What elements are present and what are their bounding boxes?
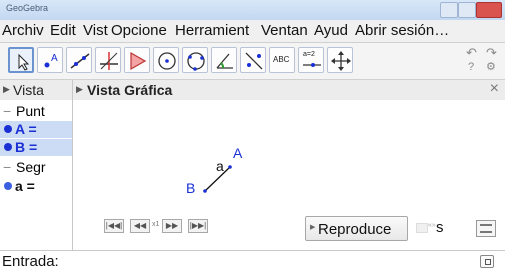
point-a[interactable] bbox=[228, 165, 232, 169]
maximize-button[interactable] bbox=[458, 2, 476, 18]
circle-tool-button[interactable] bbox=[153, 47, 179, 73]
help-icon[interactable]: ? bbox=[468, 61, 474, 73]
segment-a-label: a bbox=[216, 158, 224, 174]
menu-ayuda[interactable]: Ayud bbox=[314, 22, 348, 39]
point-b[interactable] bbox=[203, 189, 207, 193]
object-label: a = bbox=[15, 178, 35, 194]
polygon-tool-button[interactable] bbox=[124, 47, 150, 73]
collapse-icon[interactable]: − bbox=[3, 159, 11, 175]
point-tool-button[interactable]: A bbox=[37, 47, 63, 73]
speed-down-icon[interactable] bbox=[416, 223, 428, 233]
visibility-dot-icon[interactable] bbox=[4, 182, 12, 190]
circle-center-icon bbox=[158, 52, 176, 70]
collapse-triangle-icon[interactable]: ▶ bbox=[76, 84, 83, 95]
reflect-tool-button[interactable] bbox=[240, 47, 266, 73]
menu-abrir-sesion[interactable]: Abrir sesión… bbox=[355, 22, 449, 39]
redo-icon[interactable]: ↷ bbox=[486, 45, 497, 61]
group-title: Segr bbox=[16, 159, 46, 175]
graphics-view-header[interactable]: ▶ Vista Gráfica × bbox=[73, 80, 505, 101]
settings-gear-icon[interactable]: ⚙ bbox=[486, 60, 496, 73]
title-bar: GeoGebra bbox=[0, 0, 505, 21]
speed-label: s bbox=[436, 219, 444, 236]
menu-archivo[interactable]: Archiv bbox=[2, 22, 44, 39]
collapse-icon[interactable]: − bbox=[3, 103, 11, 119]
style-bar-toggle-button[interactable] bbox=[476, 220, 496, 237]
input-bar-label: Entrada: bbox=[2, 253, 59, 270]
first-step-button[interactable]: |◀◀| bbox=[104, 219, 124, 233]
polygon-icon bbox=[130, 51, 147, 71]
toolbar: A ABC a=2 ↶ ↷ ? ⚙ bbox=[0, 43, 505, 80]
move-tool-button[interactable] bbox=[8, 47, 34, 73]
svg-text:A: A bbox=[51, 53, 58, 64]
previous-step-button[interactable]: ◀◀ bbox=[130, 219, 150, 233]
keyboard-icon bbox=[485, 259, 491, 265]
speed-arrows-icon: «» bbox=[428, 222, 436, 229]
graphics-canvas[interactable] bbox=[73, 100, 505, 215]
menu-herramientas[interactable]: Herramient bbox=[175, 22, 249, 39]
object-label: B = bbox=[15, 139, 38, 155]
reflect-icon bbox=[245, 52, 263, 70]
play-button-label: Reproduce bbox=[318, 221, 392, 238]
group-header-segments[interactable]: − Segr bbox=[0, 159, 72, 176]
move-graphics-tool-button[interactable] bbox=[327, 47, 353, 73]
close-view-icon[interactable]: × bbox=[490, 80, 499, 98]
algebra-view-header[interactable]: ▶ Vista bbox=[0, 80, 73, 101]
undo-icon[interactable]: ↶ bbox=[466, 45, 477, 61]
angle-icon bbox=[216, 53, 233, 69]
menu-bar: Archiv Edit Vist Opcione Herramient Vent… bbox=[0, 20, 505, 43]
visibility-dot-icon[interactable] bbox=[4, 143, 12, 151]
slider-tool-button[interactable]: a=2 bbox=[298, 47, 324, 73]
window-title: GeoGebra bbox=[6, 3, 49, 13]
line-icon bbox=[70, 53, 90, 69]
perpendicular-tool-button[interactable] bbox=[95, 47, 121, 73]
slider-icon bbox=[303, 63, 321, 67]
speed-value: x1 bbox=[152, 221, 160, 228]
cursor-arrow-icon bbox=[18, 53, 30, 71]
play-button[interactable]: ▶ Reproduce bbox=[305, 216, 408, 241]
list-item[interactable]: B = bbox=[0, 139, 72, 156]
point-b-label: B bbox=[186, 180, 196, 196]
visibility-dot-icon[interactable] bbox=[4, 125, 12, 133]
circle-three-points-icon bbox=[187, 52, 205, 71]
input-bar-field[interactable] bbox=[86, 253, 470, 272]
point-a-label: A bbox=[233, 145, 243, 161]
menu-lines-icon bbox=[480, 224, 492, 233]
menu-ventana[interactable]: Ventan bbox=[261, 22, 308, 39]
collapse-triangle-icon[interactable]: ▶ bbox=[3, 84, 10, 95]
play-icon: ▶ bbox=[310, 224, 316, 231]
angle-tool-button[interactable] bbox=[211, 47, 237, 73]
line-tool-button[interactable] bbox=[66, 47, 92, 73]
perpendicular-icon bbox=[100, 52, 118, 70]
algebra-view: − Punt A = B = − Segr a = bbox=[0, 100, 73, 250]
algebra-view-title: Vista bbox=[13, 82, 44, 98]
menu-edita[interactable]: Edit bbox=[50, 22, 76, 39]
graphics-view-title: Vista Gráfica bbox=[87, 82, 173, 98]
object-label: A = bbox=[15, 121, 37, 137]
keyboard-toggle-button[interactable] bbox=[480, 255, 494, 268]
menu-vista[interactable]: Vist bbox=[83, 22, 108, 39]
point-icon: A bbox=[44, 53, 58, 68]
list-item[interactable]: a = bbox=[0, 178, 72, 195]
move-arrows-icon bbox=[331, 51, 351, 71]
last-step-button[interactable]: |▶▶| bbox=[188, 219, 208, 233]
next-step-button[interactable]: ▶▶ bbox=[162, 219, 182, 233]
circle-three-points-tool-button[interactable] bbox=[182, 47, 208, 73]
group-title: Punt bbox=[16, 103, 45, 119]
list-item[interactable]: A = bbox=[0, 121, 72, 138]
group-header-points[interactable]: − Punt bbox=[0, 103, 72, 120]
input-bar: Entrada: bbox=[0, 250, 505, 274]
text-tool-button[interactable]: ABC bbox=[269, 47, 295, 73]
menu-opciones[interactable]: Opcione bbox=[111, 22, 167, 39]
minimize-button[interactable] bbox=[440, 2, 458, 18]
close-window-button[interactable] bbox=[476, 2, 502, 18]
text-tool-label: ABC bbox=[273, 55, 290, 64]
